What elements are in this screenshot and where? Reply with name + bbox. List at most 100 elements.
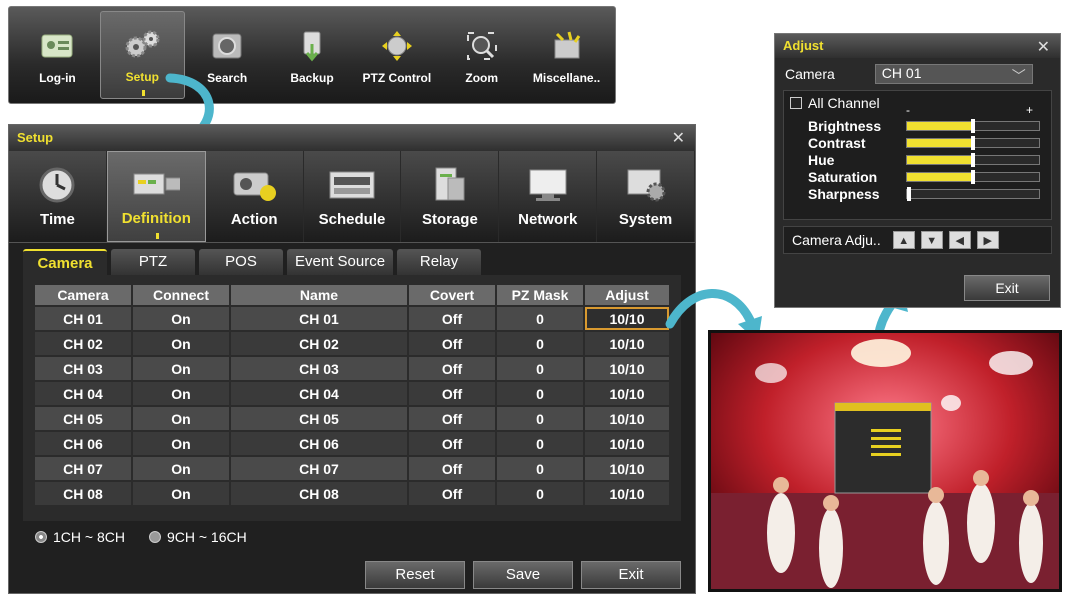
radio-1ch-8ch[interactable]: 1CH ~ 8CH (35, 529, 125, 545)
all-channel-checkbox[interactable]: All Channel (790, 95, 1045, 111)
table-cell: 0 (497, 482, 583, 505)
table-cell[interactable]: 10/10 (585, 332, 669, 355)
camera-select-row: Camera CH 01 ﹀ (775, 58, 1060, 90)
table-cell[interactable]: 10/10 (585, 307, 669, 330)
miscellaneous-icon (549, 29, 585, 63)
table-cell: 0 (497, 407, 583, 430)
arrow-up-button[interactable]: ▲ (892, 231, 915, 249)
toolbar-label: Setup (125, 70, 159, 84)
slider-fill (907, 155, 973, 164)
table-cell[interactable]: 10/10 (585, 357, 669, 380)
ptz-control-icon (379, 29, 415, 63)
save-button[interactable]: Save (473, 561, 573, 589)
table-row[interactable]: CH 07 On CH 07 Off 0 10/10 (35, 457, 669, 480)
table-cell[interactable]: 10/10 (585, 407, 669, 430)
toolbar-miscellaneous[interactable]: Miscellane.. (524, 11, 609, 99)
table-row[interactable]: CH 03 On CH 03 Off 0 10/10 (35, 357, 669, 380)
tab-relay[interactable]: Relay (397, 249, 482, 275)
table-cell: CH 03 (35, 357, 131, 380)
slider-track[interactable] (906, 135, 1040, 150)
table-cell: CH 02 (35, 332, 131, 355)
category-network[interactable]: Network (499, 151, 598, 242)
slider-row: Hue (808, 151, 1045, 168)
camera-table-panel: Camera Connect Name Covert PZ Mask Adjus… (23, 275, 681, 521)
slider-fill (907, 121, 973, 130)
adjust-exit-button[interactable]: Exit (964, 275, 1050, 301)
table-row[interactable]: CH 01 On CH 01 Off 0 10/10 (35, 307, 669, 330)
category-system[interactable]: System (597, 151, 696, 242)
slider-track[interactable] (906, 118, 1040, 133)
arrow-right-button[interactable]: ▶ (976, 231, 999, 249)
close-icon[interactable]: ✕ (1037, 37, 1050, 57)
action-icon (230, 165, 278, 205)
category-schedule[interactable]: Schedule (304, 151, 402, 242)
table-row[interactable]: CH 06 On CH 06 Off 0 10/10 (35, 432, 669, 455)
slider-track[interactable] (906, 186, 1040, 201)
table-cell: CH 03 (231, 357, 407, 380)
table-cell: On (133, 432, 229, 455)
table-row[interactable]: CH 02 On CH 02 Off 0 10/10 (35, 332, 669, 355)
category-action[interactable]: Action (206, 151, 304, 242)
toolbar-backup[interactable]: Backup (270, 11, 355, 99)
arrow-left-button[interactable]: ◀ (948, 231, 971, 249)
active-indicator (142, 90, 146, 96)
column-header: Covert (409, 285, 495, 305)
table-row[interactable]: CH 04 On CH 04 Off 0 10/10 (35, 382, 669, 405)
radio-label: 9CH ~ 16CH (166, 529, 247, 545)
category-label: Action (230, 211, 278, 228)
table-body: CH 01 On CH 01 Off 0 10/10 CH 02 On CH 02 Off 0 10/… (35, 307, 669, 505)
slider-handle[interactable] (971, 135, 975, 150)
camera-table: Camera Connect Name Covert PZ Mask Adjus… (33, 283, 671, 507)
slider-handle[interactable] (971, 169, 975, 184)
category-storage[interactable]: Storage (401, 151, 500, 242)
exit-button[interactable]: Exit (581, 561, 681, 589)
table-row[interactable]: CH 08 On CH 08 Off 0 10/10 (35, 482, 669, 505)
table-cell[interactable]: 10/10 (585, 457, 669, 480)
tab-ptz[interactable]: PTZ (111, 249, 195, 275)
table-cell: 0 (497, 332, 583, 355)
slider-track[interactable] (906, 169, 1040, 184)
toolbar-zoom[interactable]: Zoom (439, 11, 524, 99)
table-cell: CH 07 (35, 457, 131, 480)
radio-9ch-16ch[interactable]: 9CH ~ 16CH (148, 529, 247, 545)
screenshot-stage: Log-in Setup Search Backup PTZ Control Z… (0, 0, 1066, 594)
table-cell[interactable]: 10/10 (585, 482, 669, 505)
schedule-icon (328, 165, 376, 205)
plus-label: + (1026, 103, 1034, 117)
slider-label: Sharpness (808, 185, 880, 202)
tab-pos[interactable]: POS (199, 249, 283, 275)
slider-handle[interactable] (971, 152, 975, 167)
setup-button-row: Reset Save Exit (365, 561, 681, 589)
setup-title-bar: Setup ✕ (9, 125, 695, 151)
arrow-down-button[interactable]: ▼ (920, 231, 943, 249)
reset-button[interactable]: Reset (365, 561, 465, 589)
table-cell: CH 05 (35, 407, 131, 430)
category-definition[interactable]: Definition (106, 151, 206, 242)
toolbar-ptz-control[interactable]: PTZ Control (354, 11, 439, 99)
camera-dropdown[interactable]: CH 01 ﹀ (874, 64, 1033, 84)
toolbar-label: Miscellane.. (532, 71, 601, 85)
network-icon (524, 165, 572, 205)
window-title: Adjust (783, 38, 824, 53)
slider-track[interactable] (906, 152, 1040, 167)
table-cell[interactable]: 10/10 (585, 382, 669, 405)
slider-fill (907, 172, 973, 181)
table-cell: CH 01 (35, 307, 131, 330)
table-cell[interactable]: 10/10 (585, 432, 669, 455)
checkbox-icon (790, 97, 802, 109)
toolbar-login[interactable]: Log-in (15, 11, 100, 99)
slider-handle[interactable] (907, 186, 911, 201)
tab-camera[interactable]: Camera (23, 249, 107, 275)
storage-icon (426, 165, 474, 205)
category-label: Storage (421, 211, 478, 228)
table-row[interactable]: CH 05 On CH 05 Off 0 10/10 (35, 407, 669, 430)
radio-unselected-icon (148, 531, 161, 543)
tab-event-source[interactable]: Event Source (287, 249, 394, 275)
search-camera-icon (209, 29, 245, 63)
slider-handle[interactable] (971, 118, 975, 133)
category-time[interactable]: Time (9, 151, 107, 242)
table-cell: CH 06 (231, 432, 407, 455)
close-icon[interactable]: ✕ (672, 128, 685, 148)
table-cell: Off (409, 332, 495, 355)
table-cell: 0 (497, 307, 583, 330)
